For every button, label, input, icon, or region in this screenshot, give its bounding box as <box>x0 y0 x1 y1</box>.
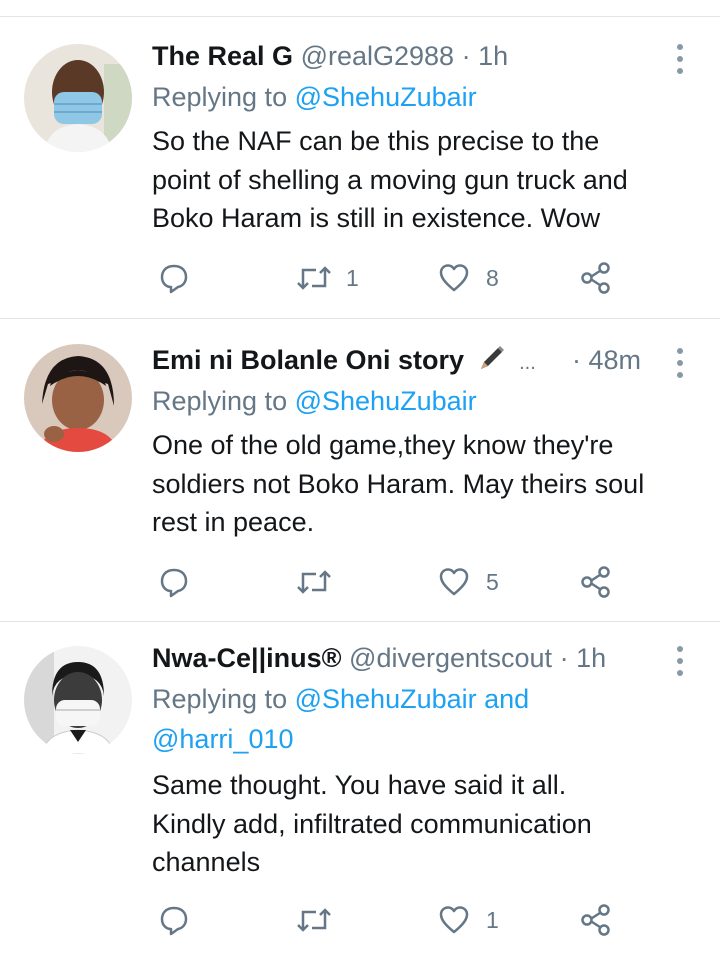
tweet-text: So the NAF can be this precise to the po… <box>152 122 712 238</box>
replying-to: Replying to @ShehuZubair <box>152 382 477 420</box>
tweet-text: One of the old game,they know they're so… <box>152 426 712 542</box>
heart-icon <box>439 568 469 596</box>
tweet-text: Same thought. You have said it all. Kind… <box>152 766 712 882</box>
reply-button[interactable] <box>158 258 238 298</box>
like-button[interactable]: 8 <box>438 258 518 298</box>
retweet-button[interactable]: 1 <box>296 258 376 298</box>
heart-icon <box>439 264 469 292</box>
action-bar: 1 8 <box>0 258 720 298</box>
avatar[interactable] <box>24 44 132 152</box>
retweet-button[interactable] <box>296 900 376 940</box>
more-options-icon[interactable] <box>672 646 688 676</box>
replying-to-label: Replying to <box>152 82 288 112</box>
user-handle[interactable]: @divergentscout <box>349 643 552 673</box>
tweet-text-line: Same thought. You have said it all. <box>152 770 567 800</box>
retweet-icon <box>297 266 331 290</box>
handle-truncation: ... <box>519 352 536 374</box>
mention-link[interactable]: @ShehuZubair <box>295 386 477 416</box>
tweet-text-line: channels <box>152 847 261 877</box>
tweet-time: · 48m <box>572 340 641 380</box>
like-count: 8 <box>486 265 499 291</box>
share-icon <box>581 904 610 936</box>
display-name[interactable]: Emi ni Bolanle Oni story <box>152 345 464 375</box>
action-bar: 5 <box>0 562 720 602</box>
replying-to-label: Replying to <box>152 684 288 714</box>
action-bar: 1 <box>0 900 720 940</box>
user-handle[interactable]: @realG2988 <box>301 41 455 71</box>
reply-button[interactable] <box>158 562 238 602</box>
share-button[interactable] <box>580 562 616 602</box>
tweet-text-line: So the NAF can be this precise to the <box>152 126 600 156</box>
share-icon <box>581 566 610 598</box>
share-button[interactable] <box>580 258 616 298</box>
more-options-icon[interactable] <box>672 348 688 378</box>
tweet-text-line: rest in peace. <box>152 507 315 537</box>
tweet-text-line: One of the old game,they know they're <box>152 430 614 460</box>
display-name[interactable]: Nwa-Ce||inus® <box>152 643 342 673</box>
replying-to-label: Replying to <box>152 386 288 416</box>
share-icon <box>581 262 610 294</box>
mention-link[interactable]: @ShehuZubair and <box>295 684 530 714</box>
tweet-divider <box>0 621 720 622</box>
mention-link[interactable]: @ShehuZubair <box>295 82 477 112</box>
retweet-count: 1 <box>346 265 359 291</box>
tweet-header: Emi ni Bolanle Oni story ... <box>152 340 536 380</box>
timestamp[interactable]: · 1h <box>462 41 509 71</box>
tweet-text-line: Kindly add, infiltrated communication <box>152 808 592 839</box>
reply-icon <box>160 264 188 294</box>
retweet-button[interactable] <box>296 562 376 602</box>
heart-icon <box>439 906 469 934</box>
replying-to-continued: @harri_010 <box>152 720 294 758</box>
more-options-icon[interactable] <box>672 44 688 74</box>
tweet-text-line: soldiers not Boko Haram. May theirs soul <box>152 468 645 499</box>
tweet-divider <box>0 318 720 319</box>
like-button[interactable]: 5 <box>438 562 518 602</box>
avatar[interactable] <box>24 646 132 754</box>
like-button[interactable]: 1 <box>438 900 518 940</box>
reply-button[interactable] <box>158 900 238 940</box>
avatar[interactable] <box>24 344 132 452</box>
like-count: 5 <box>486 569 499 595</box>
share-button[interactable] <box>580 900 616 940</box>
tweet-text-line: Boko Haram is still in existence. Wow <box>152 203 601 233</box>
tweet-header: The Real G @realG2988 · 1h <box>152 36 508 76</box>
mention-link[interactable]: @harri_010 <box>152 724 294 754</box>
tweet-text-line: point of shelling a moving gun truck and <box>152 164 628 195</box>
pen-icon <box>480 346 504 369</box>
like-count: 1 <box>486 907 499 933</box>
retweet-icon <box>297 908 331 932</box>
top-divider <box>0 16 720 17</box>
reply-icon <box>160 906 188 936</box>
timestamp[interactable]: · 1h <box>560 643 607 673</box>
retweet-icon <box>297 570 331 594</box>
replying-to: Replying to @ShehuZubair and <box>152 680 529 718</box>
replying-to: Replying to @ShehuZubair <box>152 78 477 116</box>
reply-icon <box>160 568 188 598</box>
tweet-header: Nwa-Ce||inus® @divergentscout · 1h <box>152 638 606 678</box>
timestamp[interactable]: · 48m <box>572 345 641 375</box>
display-name[interactable]: The Real G <box>152 41 293 71</box>
